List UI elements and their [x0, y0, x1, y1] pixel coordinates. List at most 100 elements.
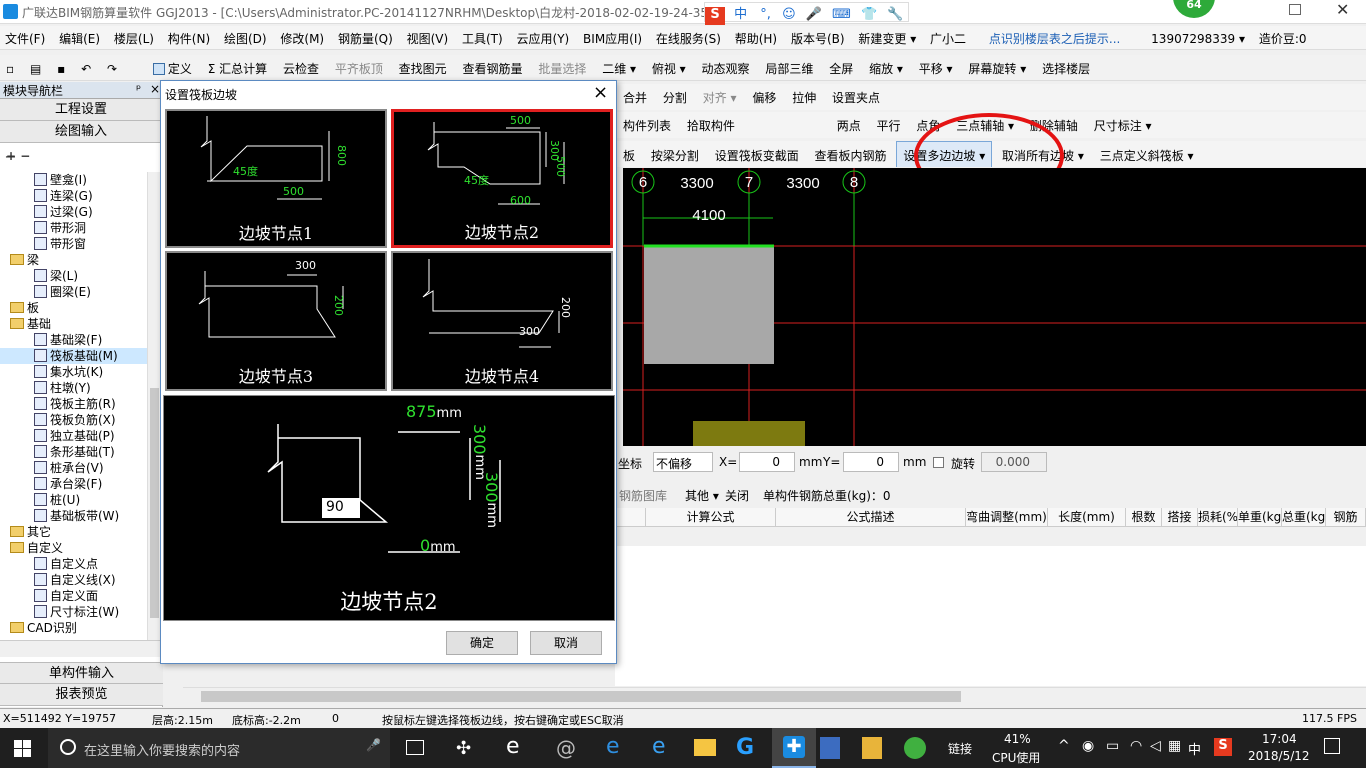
align-button[interactable]: 对齐 ▾ [697, 84, 743, 110]
summary-calc-button[interactable]: Σ 汇总计算 [202, 55, 273, 80]
ime-punct[interactable]: °, [756, 7, 775, 22]
menu-version[interactable]: 版本号(B) [786, 26, 850, 51]
app-notes-icon[interactable] [862, 737, 882, 759]
pick-component-button[interactable]: 拾取构件 [681, 112, 741, 138]
ie-icon-2[interactable]: e [652, 734, 666, 759]
taskbar-search[interactable]: 在这里输入你要搜索的内容 🎤 [48, 728, 390, 768]
tree-item[interactable]: 梁(L) [0, 268, 148, 284]
ime-voice-icon[interactable]: 🎤 [803, 7, 825, 22]
slope-node-2[interactable]: 500 300 500 45度 600 边坡节点2 [391, 109, 613, 248]
slope-node-4[interactable]: 200 300 边坡节点4 [391, 251, 613, 391]
menu-bim[interactable]: BIM应用(I) [578, 26, 647, 51]
angle-input-field[interactable]: 90 [322, 498, 360, 518]
other-button[interactable]: 其他 ▾ [685, 487, 719, 504]
cancel-button[interactable]: 取消 [530, 631, 602, 655]
find-element-button[interactable]: 查找图元 [393, 55, 453, 80]
cloud-check-button[interactable]: 云检查 [277, 55, 325, 80]
tree-item[interactable]: 带形洞 [0, 220, 148, 236]
tree-item[interactable]: 尺寸标注(W) [0, 604, 148, 620]
menu-rebar[interactable]: 钢筋量(Q) [333, 26, 398, 51]
open-folder-icon[interactable]: ▤ [24, 57, 47, 80]
stretch-button[interactable]: 拉伸 [786, 84, 822, 110]
local-3d-button[interactable]: 局部三维 [759, 55, 819, 80]
set-variable-section-button[interactable]: 设置筏板变截面 [709, 142, 805, 167]
grid-header-cell[interactable]: 搭接 [1162, 508, 1198, 527]
fullscreen-button[interactable]: 全屏 [823, 55, 859, 80]
2d-select[interactable]: 二维 ▾ [596, 55, 642, 80]
tray-volume-icon[interactable]: ◁ [1150, 738, 1161, 754]
fan-app-icon[interactable]: ✣ [456, 738, 471, 759]
y-input[interactable]: 0 [843, 452, 899, 472]
notification-center-icon[interactable] [1324, 738, 1340, 754]
tree-scrollbar[interactable] [147, 172, 161, 640]
rebar-library-button[interactable]: 钢筋图库 [619, 487, 667, 504]
split-by-beam-button[interactable]: 按梁分割 [645, 142, 705, 167]
nav-close-icon[interactable]: × [150, 82, 160, 96]
tree-item[interactable]: 桩(U) [0, 492, 148, 508]
tree-folder-item[interactable]: CAD识别 [0, 620, 148, 636]
tree-folder-item[interactable]: 板 [0, 300, 148, 316]
grid-header-cell[interactable]: 单重(kg) [1238, 508, 1282, 527]
edge-icon[interactable]: e [606, 734, 620, 759]
flush-top-button[interactable]: 平齐板顶 [329, 55, 389, 80]
menu-help[interactable]: 帮助(H) [730, 26, 782, 51]
tray-wifi-icon[interactable]: ◠ [1130, 738, 1142, 754]
three-point-slope-button[interactable]: 三点定义斜筏板 ▾ [1094, 142, 1200, 167]
tray-up-icon[interactable]: ^ [1058, 738, 1070, 754]
tree-item[interactable]: 柱墩(Y) [0, 380, 148, 396]
rotate-screen-button[interactable]: 屏幕旋转 ▾ [962, 55, 1032, 80]
parallel-axis-button[interactable]: 平行 [871, 112, 907, 138]
new-file-icon[interactable]: ▫ [0, 57, 20, 80]
tree-hscroll[interactable] [0, 640, 163, 657]
two-point-axis-button[interactable]: 两点 [831, 112, 867, 138]
tree-item[interactable]: 集水坑(K) [0, 364, 148, 380]
tree-item[interactable]: 自定义线(X) [0, 572, 148, 588]
grid-header-cell[interactable]: 长度(mm) [1048, 508, 1126, 527]
menu-draw[interactable]: 绘图(D) [219, 26, 272, 51]
close-window-button[interactable]: ✕ [1336, 0, 1349, 19]
batch-select-button[interactable]: 批量选择 [532, 55, 592, 80]
ime-toolbar[interactable]: S 中 °, ☺ 🎤 ⌨ 👕 🔧 [704, 2, 909, 25]
top-view-button[interactable]: 俯视 ▾ [646, 55, 692, 80]
tree-folder-item[interactable]: 梁 [0, 252, 148, 268]
tree-folder-item[interactable]: 其它 [0, 524, 148, 540]
restore-window-button[interactable] [1289, 4, 1301, 15]
scroll-thumb[interactable] [150, 388, 159, 618]
app-green-icon[interactable] [904, 737, 926, 759]
app-clipboard-icon[interactable] [820, 737, 840, 759]
grid-header-cell[interactable]: 总重(kg) [1282, 508, 1326, 527]
tray-lang[interactable]: 中 [1188, 739, 1201, 758]
tree-item[interactable]: 自定义面 [0, 588, 148, 604]
angle-input[interactable]: 0.000 [981, 452, 1047, 472]
menu-points[interactable]: 造价豆:0 [1254, 26, 1312, 51]
tree-item[interactable]: 筏板基础(M) [0, 348, 148, 364]
slope-node-3[interactable]: 300 200 边坡节点3 [165, 251, 387, 391]
offset-select[interactable]: 不偏移 [653, 452, 713, 472]
clock-date[interactable]: 2018/5/12 [1248, 749, 1310, 763]
slope-node-1[interactable]: 45度 500 800 边坡节点1 [165, 109, 387, 248]
tree-item[interactable]: 自定义点 [0, 556, 148, 572]
notification-badge[interactable]: 64 [1173, 0, 1215, 18]
tree-folder-item[interactable]: 自定义 [0, 540, 148, 556]
menu-floor[interactable]: 楼层(L) [109, 26, 159, 51]
dynamic-view-button[interactable]: 动态观察 [696, 55, 756, 80]
tree-item[interactable]: 圈梁(E) [0, 284, 148, 300]
tree-item[interactable]: 筏板负筋(X) [0, 412, 148, 428]
rotate-checkbox[interactable] [933, 457, 944, 468]
set-grip-button[interactable]: 设置夹点 [826, 84, 886, 110]
view-rebar-button[interactable]: 查看钢筋量 [457, 55, 529, 80]
tray-keyboard-icon[interactable]: ▦ [1168, 738, 1181, 754]
menu-file[interactable]: 文件(F) [0, 26, 50, 51]
ie-icon-1[interactable]: e [506, 734, 520, 759]
tree-item[interactable]: 桩承台(V) [0, 460, 148, 476]
menu-new-change[interactable]: 新建变更 ▾ [853, 26, 921, 51]
menu-tools[interactable]: 工具(T) [457, 26, 508, 51]
grid-header-cell[interactable]: 根数 [1126, 508, 1162, 527]
tree-item[interactable]: 带形窗 [0, 236, 148, 252]
ime-skin-icon[interactable]: 👕 [858, 7, 880, 22]
ime-keyboard-icon[interactable]: ⌨ [829, 7, 854, 22]
project-settings-button[interactable]: 工程设置 [0, 99, 162, 121]
single-component-button[interactable]: 单构件输入 [0, 662, 163, 684]
tree-item[interactable]: 筏板主筋(R) [0, 396, 148, 412]
component-list-button[interactable]: 构件列表 [617, 112, 677, 138]
